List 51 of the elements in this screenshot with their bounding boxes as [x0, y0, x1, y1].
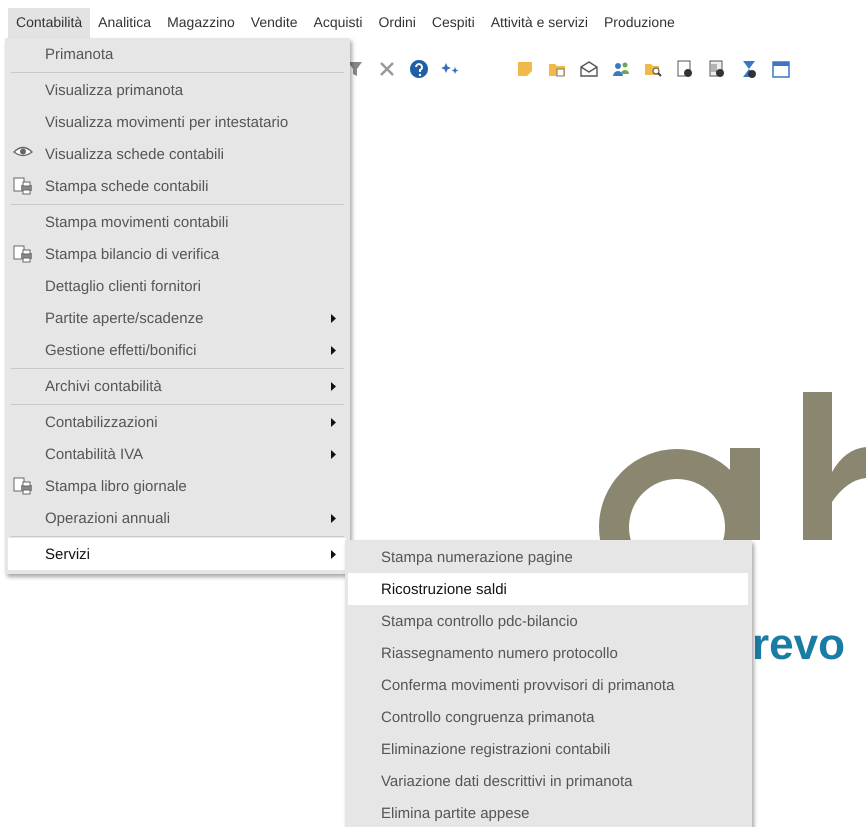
- menu-item[interactable]: Conferma movimenti provvisori di primanota: [348, 669, 748, 701]
- menu-item[interactable]: Operazioni annuali: [8, 502, 346, 534]
- print-preview-icon: [13, 177, 33, 195]
- print-icon[interactable]: [707, 59, 727, 79]
- menu-item[interactable]: Stampa movimenti contabili: [8, 206, 346, 238]
- menu-bar-item[interactable]: Attività e servizi: [482, 8, 596, 38]
- menu-item[interactable]: Servizi: [8, 538, 346, 570]
- help-icon[interactable]: [409, 59, 429, 79]
- menu-item[interactable]: Stampa bilancio di verifica: [8, 238, 346, 270]
- calendar-icon[interactable]: [771, 59, 791, 79]
- menu-item[interactable]: Stampa libro giornale: [8, 470, 346, 502]
- menu-bar-item[interactable]: Produzione: [596, 8, 683, 38]
- menu-item[interactable]: Archivi contabilità: [8, 370, 346, 402]
- menu-item[interactable]: Contabilizzazioni: [8, 406, 346, 438]
- menu-bar-item[interactable]: Acquisti: [306, 8, 371, 38]
- menu-item[interactable]: Stampa schede contabili: [8, 170, 346, 202]
- menu-item[interactable]: Riassegnamento numero protocollo: [348, 637, 748, 669]
- print-preview-icon: [13, 477, 33, 495]
- menu-item[interactable]: Dettaglio clienti fornitori: [8, 270, 346, 302]
- print-icon[interactable]: [675, 59, 695, 79]
- menu-bar-item[interactable]: Analitica: [90, 8, 160, 38]
- eye-icon: [13, 145, 33, 159]
- menu-bar-item[interactable]: Contabilità: [8, 8, 90, 38]
- submenu-arrow-icon: [331, 450, 336, 459]
- menu-bar-item[interactable]: Magazzino: [159, 8, 243, 38]
- menu-item[interactable]: Gestione effetti/bonifici: [8, 334, 346, 366]
- menu-item[interactable]: Visualizza schede contabili: [8, 138, 346, 170]
- logo-tagline: revo: [752, 620, 845, 670]
- menu-item[interactable]: Visualizza primanota: [8, 74, 346, 106]
- menu-item[interactable]: Visualizza movimenti per intestatario: [8, 106, 346, 138]
- menu-bar-item[interactable]: Vendite: [242, 8, 306, 38]
- menu-bar-item[interactable]: Ordini: [370, 8, 424, 38]
- menu-item[interactable]: Elimina partite appese: [348, 797, 748, 827]
- menu-item[interactable]: Controllo congruenza primanota: [348, 701, 748, 733]
- submenu-arrow-icon: [331, 314, 336, 323]
- menu-item[interactable]: Eliminazione registrazioni contabili: [348, 733, 748, 765]
- submenu-arrow-icon: [331, 382, 336, 391]
- print-preview-icon: [13, 245, 33, 263]
- submenu-arrow-icon: [331, 550, 336, 559]
- menu-item[interactable]: Ricostruzione saldi: [348, 573, 748, 605]
- menu-item[interactable]: Stampa numerazione pagine: [348, 541, 748, 573]
- menu-item[interactable]: Partite aperte/scadenze: [8, 302, 346, 334]
- menu-item[interactable]: Stampa controllo pdc-bilancio: [348, 605, 748, 637]
- submenu-arrow-icon: [331, 418, 336, 427]
- menu-item[interactable]: Primanota: [8, 38, 346, 70]
- envelope-icon[interactable]: [579, 59, 599, 79]
- submenu-arrow-icon: [331, 346, 336, 355]
- submenu-arrow-icon: [331, 514, 336, 523]
- menu-bar-item[interactable]: Cespiti: [424, 8, 483, 38]
- menu-item[interactable]: Contabilità IVA: [8, 438, 346, 470]
- menu-item[interactable]: Variazione dati descrittivi in primanota: [348, 765, 748, 797]
